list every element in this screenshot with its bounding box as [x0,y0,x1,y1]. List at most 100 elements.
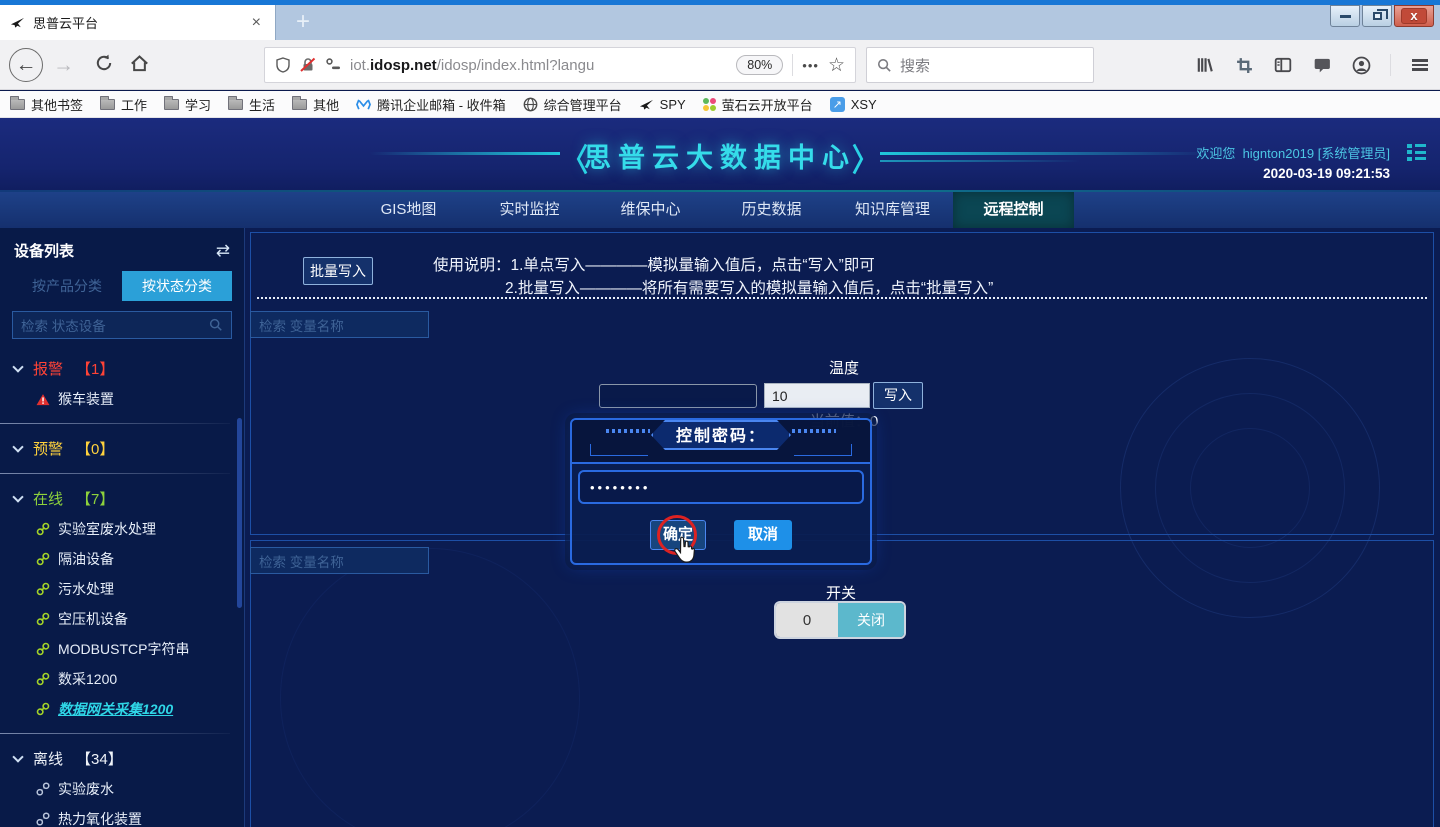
switch-write-panel: 检索 变量名称 开关 0 关闭 [250,540,1434,827]
tree-item[interactable]: 实验废水 [0,774,244,804]
tab-close-icon[interactable]: × [248,15,265,31]
reload-button[interactable] [95,54,113,76]
quick-menu-icon[interactable] [1407,141,1426,163]
batch-write-button[interactable]: 批量写入 [303,257,373,285]
tree-item[interactable]: 实验室废水处理 [0,514,244,544]
page-header: 思普云大数据中心 〈 〈 欢迎您 hignton2019 [系统管理员] 202… [0,118,1440,190]
chevron-down-icon [12,491,23,502]
decorative-ticks [792,429,836,433]
variable-search-input[interactable]: 检索 变量名称 [250,311,429,338]
folder-icon [100,99,115,110]
tab-title: 思普云平台 [33,13,240,32]
write-button[interactable]: 写入 [873,382,923,409]
tab-realtime-monitor[interactable]: 实时监控 [469,192,590,228]
bookmark-item[interactable]: SPY [639,97,686,112]
tree-item-selected[interactable]: 数据网关采集1200 [0,694,244,724]
bookmark-item[interactable]: 萤石云开放平台 [703,95,813,114]
tree-item[interactable]: 数采1200 [0,664,244,694]
bookmark-star-icon[interactable]: ☆ [828,54,845,77]
hand-cursor-icon [672,536,696,564]
account-icon[interactable] [1351,55,1371,75]
tab-remote-control[interactable]: 远程控制 [953,192,1074,228]
library-icon[interactable] [1195,55,1215,75]
tree-item[interactable]: MODBUSTCP字符串 [0,634,244,664]
tab-maintenance-center[interactable]: 维保中心 [590,192,711,228]
tab-strip: 思普云平台 × + x [0,5,1440,40]
insecure-lock-icon[interactable] [300,57,316,73]
bookmark-item[interactable]: ↗ XSY [830,97,877,112]
tree-group-online[interactable]: 在线【7】 [0,483,244,514]
messages-icon[interactable] [1312,55,1332,75]
browser-tab[interactable]: 思普云平台 × [0,5,276,40]
temperature-value-input[interactable] [764,383,870,408]
tab-history-data[interactable]: 历史数据 [711,192,832,228]
tree-group-offline[interactable]: 离线【34】 [0,743,244,774]
current-datetime: 2020-03-19 09:21:53 [1263,166,1390,181]
browser-window: 思普云平台 × + x ← → [0,0,1440,827]
cancel-button[interactable]: 取消 [734,520,792,550]
home-button[interactable] [130,53,149,76]
sidebar-tab-by-product[interactable]: 按产品分类 [12,271,122,301]
tab-knowledge-base[interactable]: 知识库管理 [832,192,953,228]
instructions-line2: 2.批量写入————将所有需要写入的模拟量输入值后，点击“批量写入” [505,276,993,298]
browser-toolbar: ← → iot.idosp.net/idosp/index.html?langu… [0,40,1440,90]
device-search-input[interactable]: 检索 状态设备 [12,311,232,339]
sidebar-tab-by-status[interactable]: 按状态分类 [122,271,232,301]
url-bar[interactable]: iot.idosp.net/idosp/index.html?langu 80%… [264,47,856,83]
sidebar-scrollbar[interactable] [237,418,242,608]
tree-group-warning[interactable]: 预警【0】 [0,433,244,464]
divider [0,473,230,474]
search-icon [877,58,892,73]
tree-item[interactable]: 猴车装置 [0,384,244,414]
close-button[interactable]: x [1394,5,1434,27]
tree-item[interactable]: 隔油设备 [0,544,244,574]
divider [1390,54,1391,76]
restore-button[interactable] [1362,5,1392,27]
switch-value: 0 [776,603,838,637]
bookmark-item[interactable]: 腾讯企业邮箱 - 收件箱 [356,95,506,114]
variable-search-placeholder: 检索 变量名称 [259,315,344,335]
bookmark-folder[interactable]: 学习 [164,95,211,114]
menu-icon[interactable] [1410,55,1430,75]
variable-search-input[interactable]: 检索 变量名称 [250,547,429,574]
minimize-button[interactable] [1330,5,1360,27]
tree-item[interactable]: 空压机设备 [0,604,244,634]
variable-name-field[interactable] [599,384,757,408]
dots-icon [703,98,716,111]
tree-item[interactable]: 污水处理 [0,574,244,604]
bookmark-folder[interactable]: 生活 [228,95,275,114]
decorative-bracket [590,444,648,456]
tree-group-alarm[interactable]: 报警【1】 [0,353,244,384]
search-icon [209,318,223,332]
back-button[interactable]: ← [9,48,43,82]
globe-icon [523,97,538,112]
switch-toggle[interactable]: 0 关闭 [776,603,904,637]
screenshot-icon[interactable] [1234,55,1254,75]
link-icon [36,522,50,536]
tree-item[interactable]: 热力氧化装置 [0,804,244,827]
permissions-icon[interactable] [325,57,341,73]
decorative-bracket [794,444,852,456]
tab-gis-map[interactable]: GIS地图 [348,192,469,228]
chevron-down-icon [12,361,23,372]
password-input[interactable] [578,470,864,504]
swap-icon[interactable]: ⇄ [216,241,230,261]
arrow-square-icon: ↗ [830,97,845,112]
url-text: iot.idosp.net/idosp/index.html?langu [350,57,594,74]
plane-icon [639,97,654,112]
tracking-shield-icon[interactable] [275,57,291,73]
variable-search-placeholder: 检索 变量名称 [259,551,344,571]
forward-button[interactable]: → [53,54,74,75]
zoom-level-badge[interactable]: 80% [736,55,783,75]
bookmark-folder[interactable]: 其他 [292,95,339,114]
search-bar[interactable]: 搜索 [866,47,1094,83]
bookmark-folder[interactable]: 其他书签 [10,95,83,114]
sidebar-toggle-icon[interactable] [1273,55,1293,75]
group-count: 【7】 [76,488,114,509]
new-tab-button[interactable]: + [288,9,318,37]
bookmark-item[interactable]: SPY综合管理平台 [523,95,622,114]
bookmark-folder[interactable]: 工作 [100,95,147,114]
device-tree: 报警【1】 猴车装置 预警【0】 在线【7】 实 [0,353,244,827]
switch-state-button[interactable]: 关闭 [838,603,904,637]
page-actions-icon[interactable]: ••• [802,58,819,73]
